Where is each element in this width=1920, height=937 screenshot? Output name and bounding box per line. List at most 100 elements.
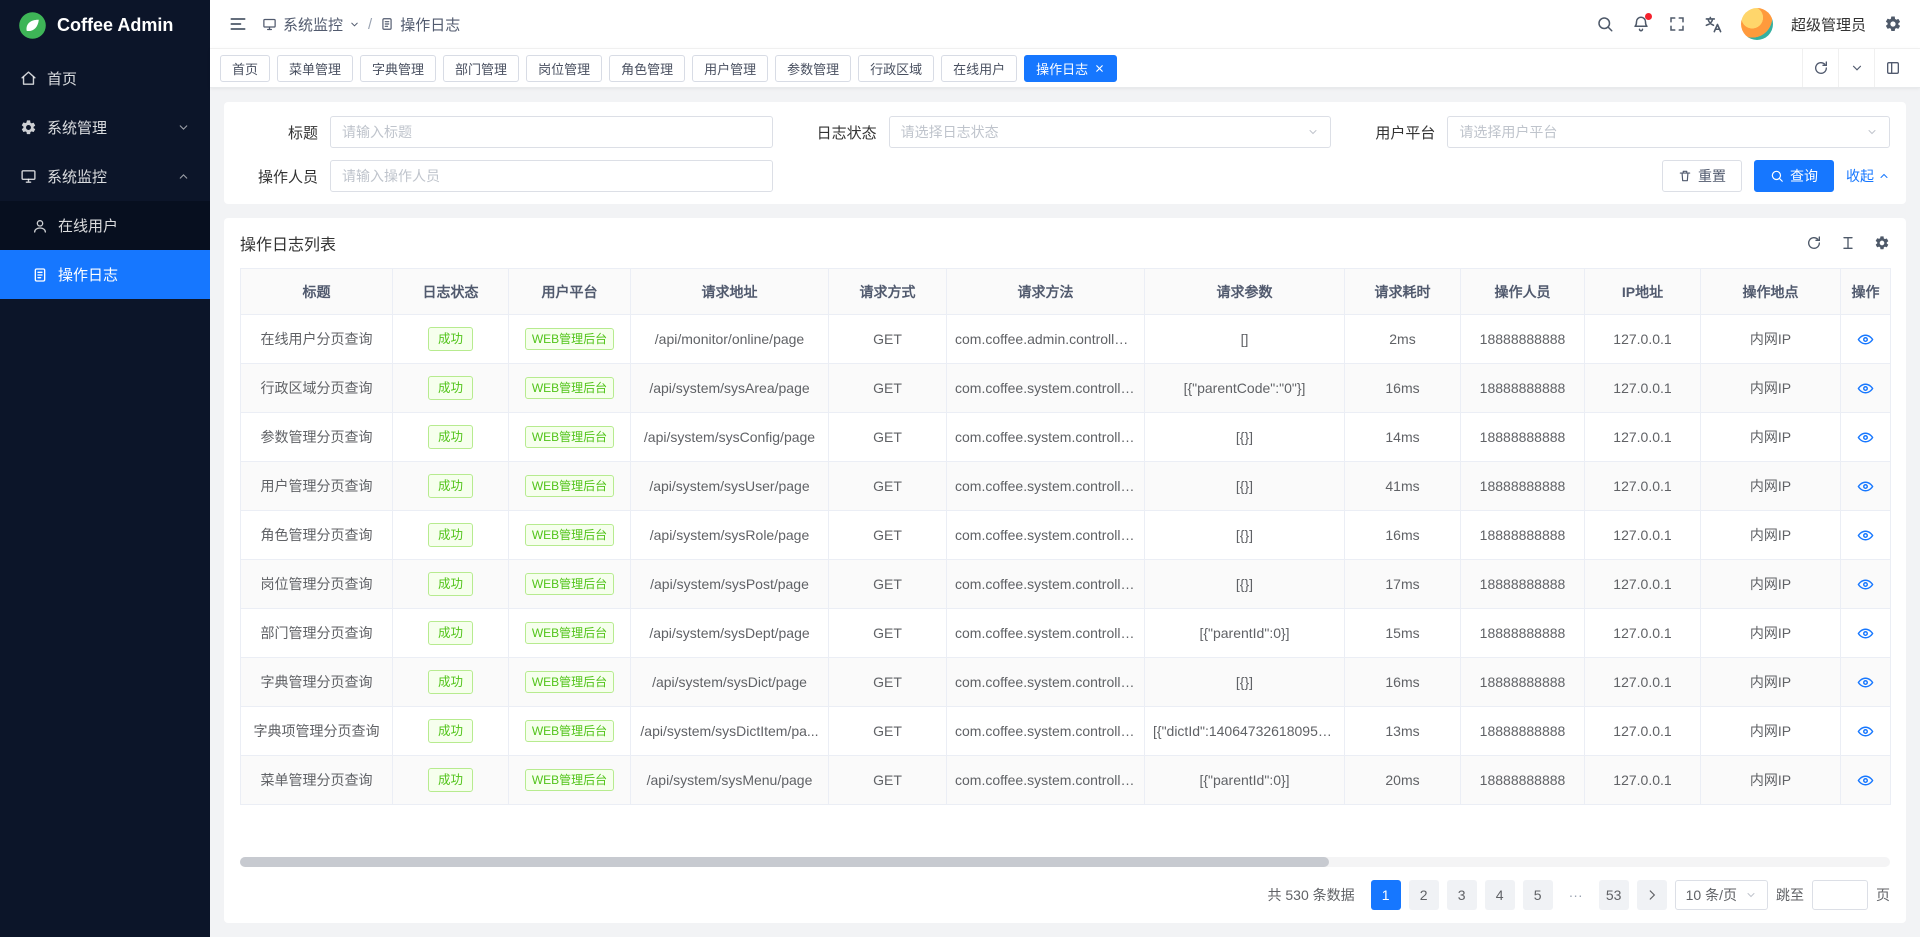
cell-location: 内网IP: [1701, 511, 1841, 560]
page-button[interactable]: 1: [1371, 880, 1401, 910]
cell-params: [{}]: [1145, 413, 1345, 462]
platform-badge: WEB管理后台: [525, 671, 614, 693]
chevron-down-icon: [177, 121, 190, 134]
avatar[interactable]: [1741, 8, 1773, 40]
sidebar-item-system-management[interactable]: 系统管理: [0, 103, 210, 152]
cell-actions: [1841, 511, 1891, 560]
tab-label: 首页: [232, 59, 258, 78]
tab[interactable]: 菜单管理: [277, 55, 353, 82]
tab[interactable]: 岗位管理: [526, 55, 602, 82]
page-button[interactable]: ···: [1561, 880, 1591, 910]
view-detail-button[interactable]: [1857, 723, 1874, 740]
tab[interactable]: 首页: [220, 55, 270, 82]
cell-request-url: /api/system/sysConfig/page: [631, 413, 829, 462]
notifications-button[interactable]: [1632, 15, 1650, 33]
platform-badge: WEB管理后台: [525, 524, 614, 546]
sidebar-item-home[interactable]: 首页: [0, 54, 210, 103]
page-button[interactable]: 2: [1409, 880, 1439, 910]
sidebar-item-system-monitor[interactable]: 系统监控: [0, 152, 210, 201]
column-header: 操作地点: [1701, 269, 1841, 315]
table-row: 行政区域分页查询 成功 WEB管理后台 /api/system/sysArea/…: [241, 364, 1891, 413]
page-button[interactable]: 3: [1447, 880, 1477, 910]
view-detail-button[interactable]: [1857, 772, 1874, 789]
tab[interactable]: 用户管理: [692, 55, 768, 82]
tab[interactable]: 部门管理: [443, 55, 519, 82]
search-button[interactable]: [1596, 15, 1614, 33]
cell-status: 成功: [393, 707, 509, 756]
layout-toggle-button[interactable]: [1874, 49, 1910, 87]
view-detail-button[interactable]: [1857, 429, 1874, 446]
cell-status: 成功: [393, 364, 509, 413]
view-detail-button[interactable]: [1857, 674, 1874, 691]
title-input[interactable]: [342, 124, 761, 140]
cell-params: [{}]: [1145, 462, 1345, 511]
settings-button[interactable]: [1884, 15, 1902, 33]
view-detail-button[interactable]: [1857, 478, 1874, 495]
platform-badge: WEB管理后台: [525, 328, 614, 350]
tab[interactable]: 操作日志: [1024, 55, 1117, 82]
cell-title: 菜单管理分页查询: [241, 756, 393, 805]
search-button[interactable]: 查询: [1754, 160, 1834, 192]
cell-duration: 14ms: [1345, 413, 1461, 462]
next-page-button[interactable]: [1637, 880, 1667, 910]
platform-select[interactable]: 请选择用户平台: [1447, 116, 1890, 148]
close-icon[interactable]: [1094, 63, 1105, 74]
translate-button[interactable]: [1704, 15, 1723, 34]
current-user-name[interactable]: 超级管理员: [1791, 14, 1866, 35]
view-detail-button[interactable]: [1857, 625, 1874, 642]
operator-input[interactable]: [342, 168, 761, 184]
collapse-filter-link[interactable]: 收起: [1846, 166, 1890, 186]
app-root: Coffee Admin 首页 系统管理 系统监控 在线用户: [0, 0, 1920, 937]
horizontal-scrollbar[interactable]: [240, 857, 1890, 867]
page-button[interactable]: 5: [1523, 880, 1553, 910]
page-button[interactable]: 4: [1485, 880, 1515, 910]
table-settings-button[interactable]: [1874, 235, 1890, 251]
table-row: 用户管理分页查询 成功 WEB管理后台 /api/system/sysUser/…: [241, 462, 1891, 511]
app-logo[interactable]: Coffee Admin: [0, 0, 210, 50]
cell-handler: com.coffee.system.controlle...: [947, 560, 1145, 609]
scrollbar-thumb[interactable]: [240, 857, 1329, 867]
table-density-button[interactable]: [1840, 235, 1856, 251]
platform-badge: WEB管理后台: [525, 475, 614, 497]
page-button[interactable]: 53: [1599, 880, 1629, 910]
table-refresh-button[interactable]: [1806, 235, 1822, 251]
page-size-select[interactable]: 10 条/页: [1675, 880, 1768, 910]
collapse-sidebar-button[interactable]: [228, 14, 248, 34]
column-header: 操作人员: [1461, 269, 1585, 315]
title-input-wrap: [330, 116, 773, 148]
tab[interactable]: 在线用户: [941, 55, 1017, 82]
cell-request-method: GET: [829, 413, 947, 462]
status-badge: 成功: [428, 474, 473, 499]
cell-status: 成功: [393, 413, 509, 462]
sidebar-item-online-users[interactable]: 在线用户: [0, 201, 210, 250]
tab-options-button[interactable]: [1838, 49, 1874, 87]
cell-title: 字典管理分页查询: [241, 658, 393, 707]
cell-title: 角色管理分页查询: [241, 511, 393, 560]
refresh-tab-button[interactable]: [1802, 49, 1838, 87]
tab[interactable]: 参数管理: [775, 55, 851, 82]
sidebar-item-operation-log[interactable]: 操作日志: [0, 250, 210, 299]
chevron-down-icon: [1307, 126, 1319, 138]
cell-handler: com.coffee.system.controlle...: [947, 511, 1145, 560]
view-detail-button[interactable]: [1857, 576, 1874, 593]
log-icon: [380, 17, 394, 31]
view-detail-button[interactable]: [1857, 527, 1874, 544]
cell-duration: 16ms: [1345, 658, 1461, 707]
cell-handler: com.coffee.system.controlle...: [947, 707, 1145, 756]
view-detail-button[interactable]: [1857, 380, 1874, 397]
cell-location: 内网IP: [1701, 756, 1841, 805]
breadcrumb-parent[interactable]: 系统监控: [262, 14, 360, 35]
search-icon: [1596, 15, 1614, 33]
platform-badge: WEB管理后台: [525, 377, 614, 399]
view-detail-button[interactable]: [1857, 331, 1874, 348]
status-select[interactable]: 请选择日志状态: [889, 116, 1332, 148]
tab[interactable]: 行政区域: [858, 55, 934, 82]
tab[interactable]: 字典管理: [360, 55, 436, 82]
status-label: 日志状态: [799, 122, 889, 143]
reset-button[interactable]: 重置: [1662, 160, 1742, 192]
cell-request-method: GET: [829, 756, 947, 805]
jump-page-input[interactable]: [1812, 880, 1868, 910]
fullscreen-button[interactable]: [1668, 15, 1686, 33]
tab[interactable]: 角色管理: [609, 55, 685, 82]
monitor-icon: [262, 17, 277, 32]
